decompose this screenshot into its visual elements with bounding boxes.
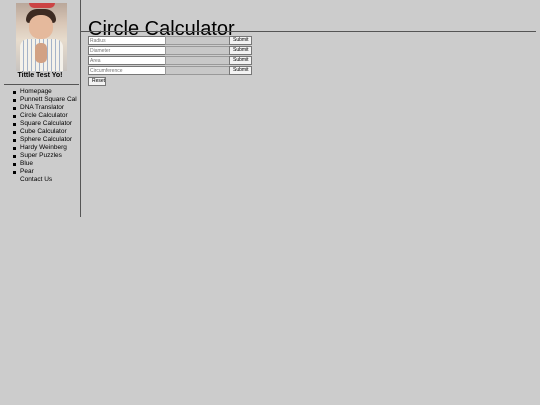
nav-item-hardy-weinberg[interactable]: Hardy Weinberg	[13, 144, 77, 152]
radius-result	[165, 36, 230, 45]
nav-item-dna-translator[interactable]: DNA Translator	[13, 104, 77, 112]
nav-item-blue[interactable]: Blue	[13, 160, 77, 168]
nav-item-sphere-calculator[interactable]: Sphere Calculator	[13, 136, 77, 144]
reset-button[interactable]: Reset	[88, 77, 106, 86]
circumference-submit-button[interactable]: Submit	[229, 66, 252, 75]
nav-item-contact-us[interactable]: Contact Us	[20, 176, 77, 184]
nav-item-circle-calculator[interactable]: Circle Calculator	[13, 112, 77, 120]
radius-submit-button[interactable]: Submit	[229, 36, 252, 45]
diameter-input[interactable]	[88, 46, 166, 55]
area-submit-button[interactable]: Submit	[229, 56, 252, 65]
title-divider	[81, 31, 536, 32]
diameter-submit-button[interactable]: Submit	[229, 46, 252, 55]
sidebar-divider	[4, 84, 79, 85]
nav-item-punnett-square[interactable]: Punnett Square Cal	[13, 96, 77, 104]
site-title: Tittle Test Yo!	[17, 72, 63, 79]
area-input[interactable]	[88, 56, 166, 65]
area-result	[165, 56, 230, 65]
nav-item-pear[interactable]: Pear	[13, 168, 77, 176]
radius-input[interactable]	[88, 36, 166, 45]
nav-item-homepage[interactable]: Homepage	[13, 88, 77, 96]
nav-list: Homepage Punnett Square Cal DNA Translat…	[13, 88, 77, 184]
nav-item-cube-calculator[interactable]: Cube Calculator	[13, 128, 77, 136]
circumference-input[interactable]	[88, 66, 166, 75]
avatar	[16, 3, 67, 71]
circumference-result	[165, 66, 230, 75]
nav-item-super-puzzles[interactable]: Super Puzzles	[13, 152, 77, 160]
nav-item-square-calculator[interactable]: Square Calculator	[13, 120, 77, 128]
diameter-result	[165, 46, 230, 55]
sidebar: Tittle Test Yo! Homepage Punnett Square …	[0, 0, 81, 217]
